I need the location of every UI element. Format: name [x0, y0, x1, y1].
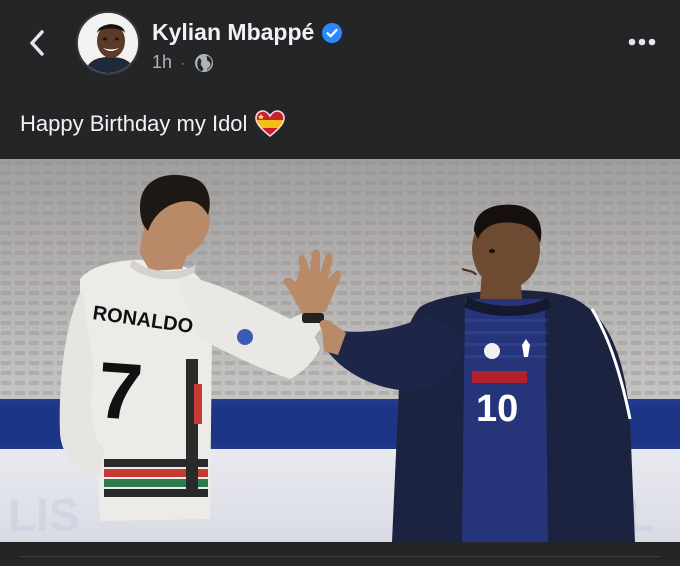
- facebook-post-view: Kylian Mbappé 1h · Happy Birthday my Ido…: [0, 0, 680, 566]
- post-caption: Happy Birthday my Idol: [20, 110, 286, 138]
- meta-separator: ·: [181, 55, 186, 70]
- heart-flag-emoji-icon: [255, 110, 286, 138]
- post-image: LIS SOL RONALDO 7: [0, 159, 680, 542]
- post-photo[interactable]: LIS SOL RONALDO 7: [0, 159, 680, 542]
- chevron-left-icon: [30, 30, 44, 56]
- back-button[interactable]: [22, 26, 52, 60]
- globe-icon: [195, 53, 214, 72]
- caption-text: Happy Birthday my Idol: [20, 111, 248, 136]
- avatar[interactable]: [76, 11, 140, 75]
- post-time[interactable]: 1h: [152, 52, 172, 73]
- more-horizontal-icon: [628, 38, 656, 46]
- verified-badge-icon: [322, 22, 343, 43]
- author-name[interactable]: Kylian Mbappé: [152, 19, 314, 46]
- avatar-image: [78, 13, 138, 73]
- more-options-button[interactable]: [624, 30, 660, 54]
- jersey-number-left-text: 7: [95, 345, 146, 437]
- author-name-row[interactable]: Kylian Mbappé: [152, 19, 343, 46]
- svg-text:LIS: LIS: [8, 489, 80, 541]
- post-meta: 1h ·: [152, 52, 214, 73]
- post-header: Kylian Mbappé 1h ·: [0, 0, 680, 90]
- post-divider: [20, 556, 660, 557]
- jersey-number-right-text: 10: [476, 388, 518, 430]
